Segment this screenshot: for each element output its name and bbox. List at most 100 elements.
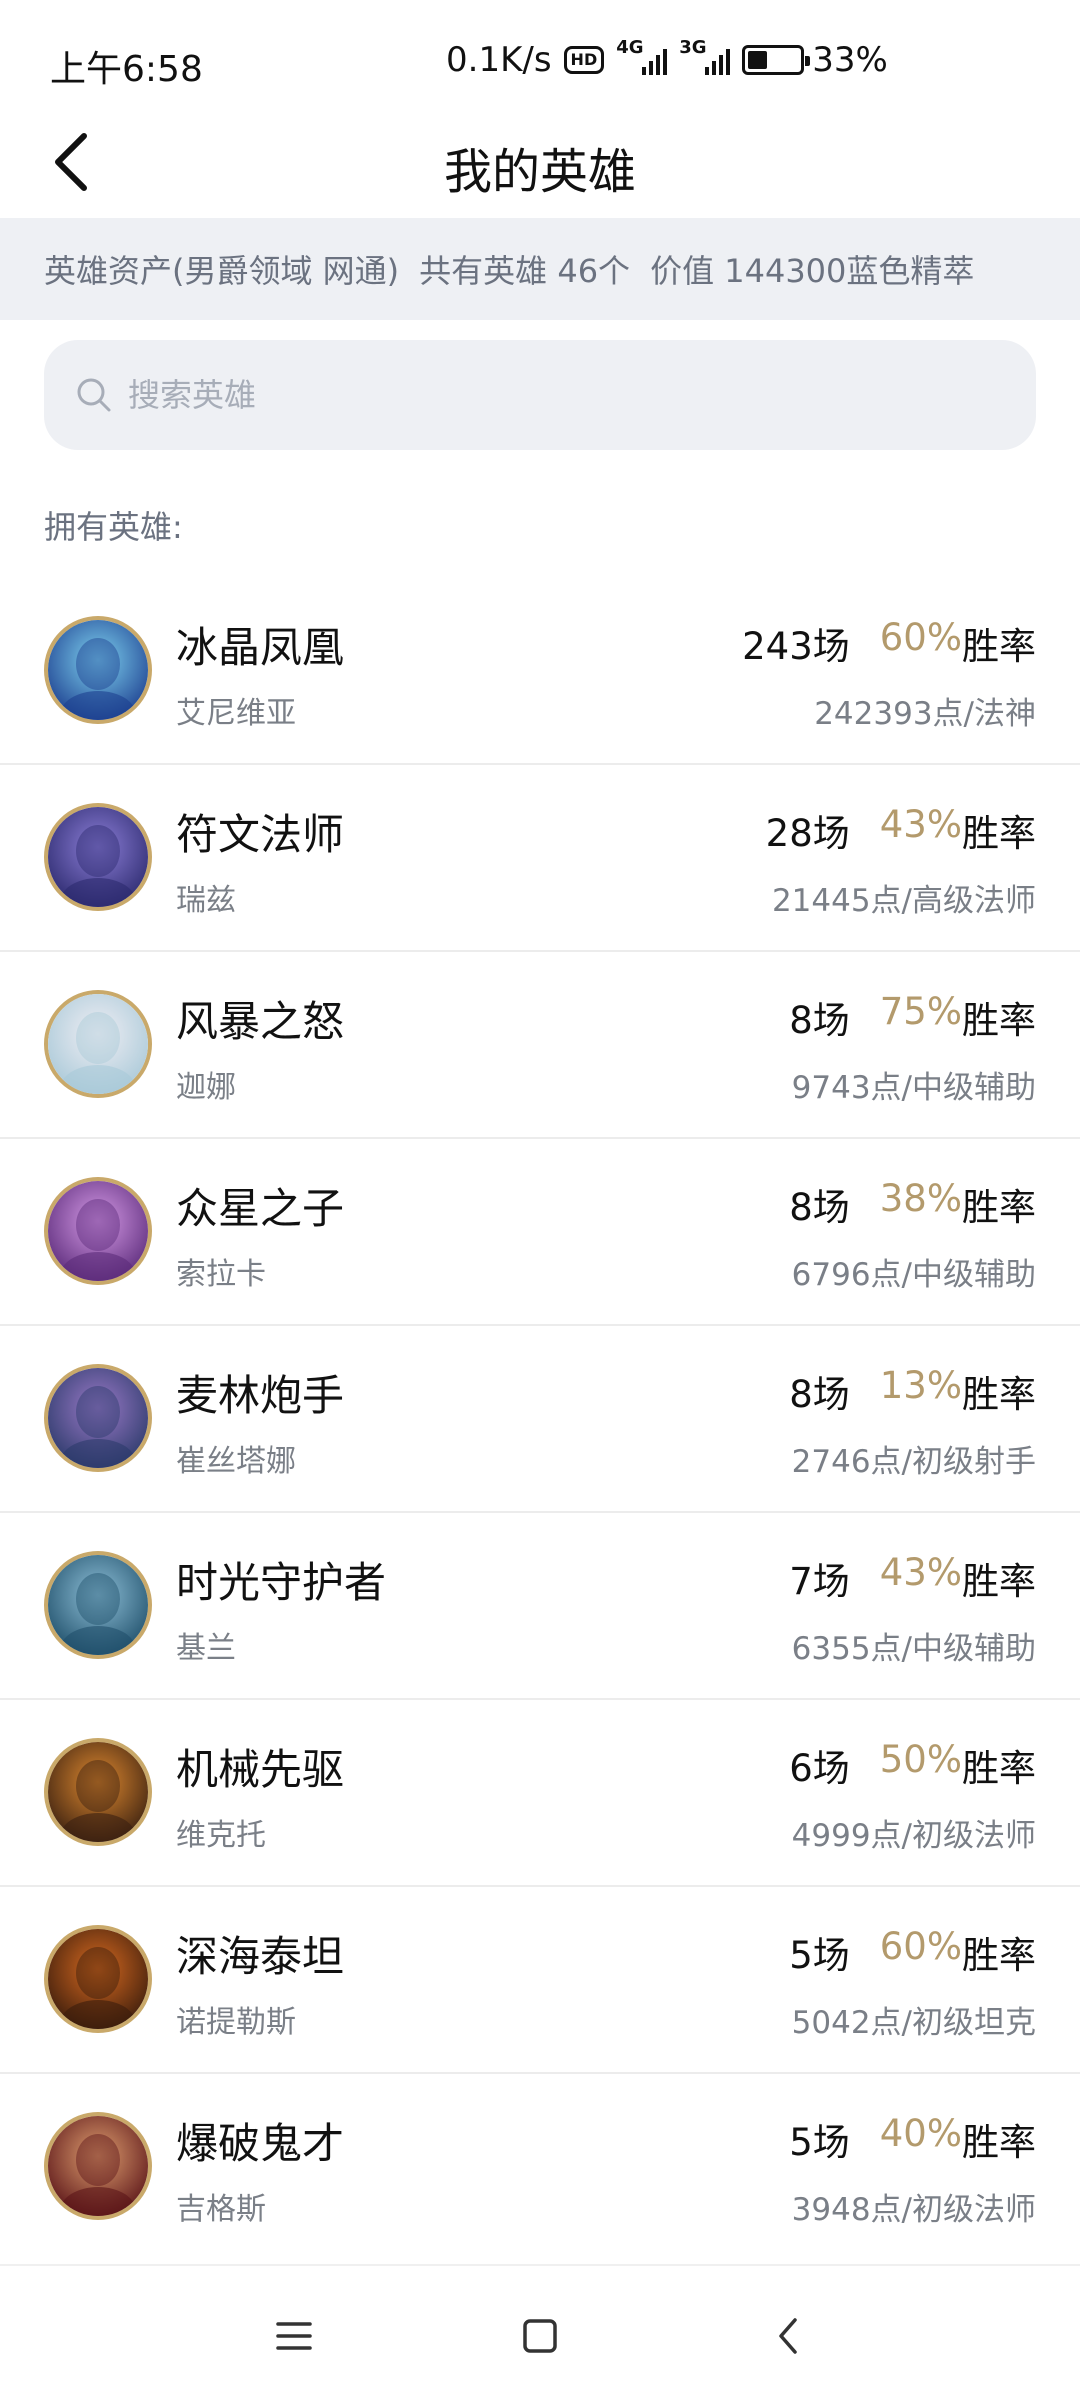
win-rate-value: 75% [879, 990, 962, 1033]
win-rate-label: 胜率 [962, 812, 1036, 855]
win-rate-value: 60% [879, 616, 962, 659]
hero-name: 冰晶凤凰 [176, 623, 345, 672]
hero-real-name: 艾尼维亚 [176, 696, 296, 731]
games-played: 5场 [789, 1934, 850, 1977]
hero-name: 机械先驱 [176, 1745, 345, 1794]
hero-real-name: 维克托 [176, 1818, 266, 1853]
hero-avatar [44, 2112, 152, 2220]
hero-row[interactable]: 麦林炮手 崔丝塔娜 8场 13% 胜率 2746点/初级射手 [0, 1326, 1080, 1513]
search-input[interactable] [128, 376, 978, 414]
win-rate-value: 13% [879, 1364, 962, 1407]
hero-real-name: 吉格斯 [176, 2192, 266, 2227]
hero-points-rank: 242393点/法神 [814, 696, 1036, 732]
status-time: 上午6:58 [50, 49, 203, 90]
win-rate-label: 胜率 [962, 1934, 1036, 1977]
hd-badge: HD [563, 46, 605, 74]
summary-value: 价值 144300蓝色精萃 [650, 252, 975, 290]
hero-avatar [44, 803, 152, 911]
signal-3g-icon: 3G [679, 37, 731, 75]
owned-heroes-label: 拥有英雄: [44, 508, 183, 546]
hero-avatar [44, 1925, 152, 2033]
hero-stats: 6场 50% 胜率 [789, 1738, 1036, 1792]
win-rate-label: 胜率 [962, 999, 1036, 1042]
hero-row[interactable]: 机械先驱维克托 6场 50% 胜率 4999点/初级法师 [0, 1700, 1080, 1887]
hero-name: 众星之子 [176, 1184, 345, 1233]
hero-row[interactable]: 时光守护者 基兰 7场 43% 胜率 6355点/中级辅助 [0, 1513, 1080, 1700]
win-rate-value: 43% [879, 803, 962, 846]
hero-avatar [44, 990, 152, 1098]
hero-name: 深海泰坦 [176, 1932, 345, 1981]
hero-points-rank: 21445点/高级法师 [771, 883, 1036, 919]
hero-real-name: 索拉卡 [176, 1257, 266, 1292]
games-played: 28场 [765, 812, 850, 855]
menu-button[interactable] [254, 2296, 334, 2376]
hero-stats: 28场 43% 胜率 [766, 803, 1036, 857]
games-played: 8场 [789, 1373, 850, 1416]
hero-stats: 243场 60% 胜率 [742, 616, 1036, 670]
hero-name: 风暴之怒 [176, 997, 345, 1046]
games-played: 7场 [789, 1560, 850, 1603]
status-bar: 上午6:58 0.1K/s HD 4G 3G 33% [0, 0, 1080, 108]
summary-assets: 英雄资产(男爵领域 网通) [44, 252, 400, 290]
title-bar: 我的英雄 [0, 108, 1080, 218]
page-title: 我的英雄 [443, 144, 636, 200]
system-nav-bar [0, 2264, 1080, 2400]
home-button[interactable] [500, 2296, 580, 2376]
hero-points-rank: 5042点/初级坦克 [791, 2005, 1036, 2041]
status-indicators: 0.1K/s HD 4G 3G 33% [446, 37, 888, 80]
search-icon [77, 378, 111, 412]
hero-points-rank: 4999点/初级法师 [791, 1818, 1036, 1854]
hero-row[interactable]: 爆破鬼才吉格斯 5场 40% 胜率 3948点/初级法师 [0, 2074, 1080, 2261]
win-rate-label: 胜率 [962, 1373, 1036, 1416]
games-played: 6场 [789, 1747, 850, 1790]
battery-indicator: 33% [742, 40, 888, 80]
asset-summary: 英雄资产(男爵领域 网通) 共有英雄 46个 价值 144300蓝色精萃 [0, 218, 1080, 320]
games-played: 8场 [789, 1186, 850, 1229]
games-played: 5场 [789, 2121, 850, 2164]
hero-avatar [44, 1364, 152, 1472]
win-rate-label: 胜率 [962, 2121, 1036, 2164]
win-rate-value: 40% [879, 2112, 962, 2155]
hero-real-name: 诺提勒斯 [176, 2005, 296, 2040]
hero-avatar [44, 1738, 152, 1846]
hero-stats: 5场 40% 胜率 [789, 2112, 1036, 2166]
win-rate-label: 胜率 [962, 1186, 1036, 1229]
win-rate-value: 43% [879, 1551, 962, 1594]
hero-row[interactable]: 冰晶凤凰艾尼维亚 243场 60% 胜率 242393点/法神 [0, 578, 1080, 765]
hero-points-rank: 3948点/初级法师 [791, 2192, 1036, 2228]
hero-row[interactable]: 符文法师瑞兹 28场 43% 胜率 21445点/高级法师 [0, 765, 1080, 952]
win-rate-value: 50% [879, 1738, 962, 1781]
hero-points-rank: 9743点/中级辅助 [791, 1070, 1036, 1106]
hero-row[interactable]: 风暴之怒 迦娜 8场 75% 胜率 9743点/中级辅助 [0, 952, 1080, 1139]
hero-real-name: 瑞兹 [176, 883, 236, 918]
win-rate-value: 60% [879, 1925, 962, 1968]
back-triangle-icon [779, 2318, 797, 2354]
games-played: 243场 [742, 625, 850, 668]
win-rate-label: 胜率 [962, 625, 1036, 668]
battery-icon [742, 45, 811, 75]
hero-real-name: 迦娜 [176, 1070, 236, 1105]
hero-row[interactable]: 众星之子索拉卡 8场 38% 胜率 6796点/中级辅助 [0, 1139, 1080, 1326]
hero-stats: 8场 38% 胜率 [789, 1177, 1036, 1231]
hero-points-rank: 6355点/中级辅助 [791, 1631, 1036, 1667]
win-rate-value: 38% [879, 1177, 962, 1220]
hero-stats: 7场 43% 胜率 [789, 1551, 1036, 1605]
battery-percent: 33% [812, 40, 888, 80]
nav-back-button[interactable] [748, 2296, 828, 2376]
hero-name: 爆破鬼才 [176, 2119, 345, 2168]
search-bar[interactable] [44, 340, 1036, 450]
hero-points-rank: 2746点/初级射手 [791, 1444, 1036, 1480]
hero-stats: 8场 13% 胜率 [789, 1364, 1036, 1418]
hero-row[interactable]: 深海泰坦诺提勒斯 5场 60% 胜率 5042点/初级坦克 [0, 1887, 1080, 2074]
square-home-icon [523, 2319, 557, 2353]
menu-icon [276, 2322, 312, 2350]
hero-list: 冰晶凤凰 艾尼维亚 243场 60% 胜率 242393点/法神 符文法师 瑞兹 28场 43% 胜… [0, 578, 1080, 2261]
hero-real-name: 崔丝塔娜 [176, 1444, 296, 1479]
win-rate-label: 胜率 [962, 1747, 1036, 1790]
summary-count: 共有英雄 46个 [419, 252, 631, 290]
hero-avatar [44, 616, 152, 724]
hero-name: 时光守护者 [176, 1558, 387, 1607]
hero-points-rank: 6796点/中级辅助 [791, 1257, 1036, 1293]
hero-name: 符文法师 [176, 810, 345, 859]
hero-avatar [44, 1551, 152, 1659]
